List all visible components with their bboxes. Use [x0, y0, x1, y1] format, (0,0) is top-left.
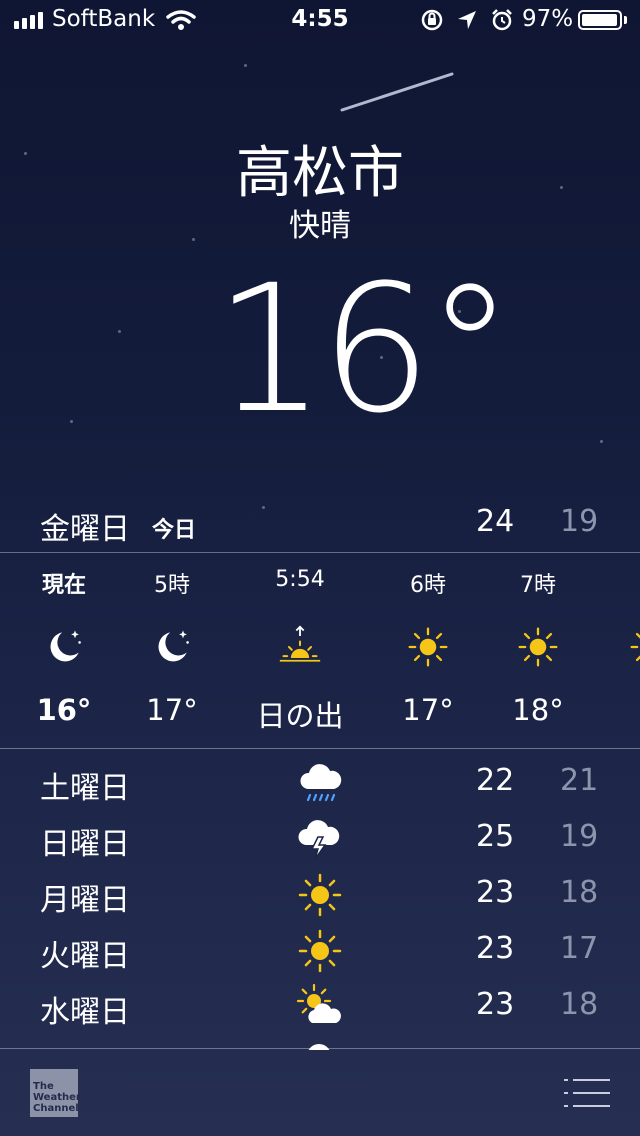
daily-high: 25	[476, 819, 515, 854]
list-icon[interactable]	[564, 1078, 610, 1108]
daily-row: 水曜日 23 18	[0, 979, 640, 1035]
daily-low: 19	[560, 819, 599, 854]
daily-row: 日曜日 25 19	[0, 811, 640, 867]
moon-stars-icon	[42, 625, 86, 669]
daily-high: 23	[476, 987, 515, 1022]
battery-icon	[578, 10, 622, 30]
hourly-time-label: 8	[590, 567, 640, 592]
carrier-label: SoftBank	[52, 6, 156, 32]
hourly-item: 5:54 日の出	[240, 553, 360, 748]
daily-high: 23	[476, 875, 515, 910]
today-summary: 金曜日 今日 24 19	[0, 500, 640, 552]
moon-stars-icon	[150, 625, 194, 669]
daily-day: 水曜日	[40, 995, 130, 1030]
rain-cloud-icon	[296, 759, 344, 807]
sun-icon	[516, 625, 560, 669]
divider-middle	[0, 748, 640, 749]
hourly-item: 7時 18°	[478, 553, 598, 748]
hourly-item: 5時 17°	[112, 553, 232, 748]
current-temperature: 16°	[214, 247, 514, 452]
hourly-forecast[interactable]: 現在16°5時17°5:54日の出6時17°7時18°81	[0, 553, 640, 748]
today-low: 19	[560, 504, 599, 539]
divider-bottom	[0, 1048, 640, 1049]
daily-day: 日曜日	[40, 827, 130, 862]
daily-row: 土曜日 22 21	[0, 755, 640, 811]
hourly-item: 6時 17°	[368, 553, 488, 748]
daily-low: 18	[560, 875, 599, 910]
sun-icon	[296, 871, 344, 919]
today-high: 24	[476, 504, 515, 539]
daily-low: 21	[560, 763, 599, 798]
weather-channel-logo[interactable]: The Weather Channel	[30, 1069, 81, 1117]
orientation-lock-icon	[421, 9, 443, 31]
hourly-temperature: 1	[590, 693, 640, 727]
shooting-star-icon	[340, 72, 454, 112]
hourly-temperature: 日の出	[256, 699, 344, 733]
hourly-time-label: 6時	[410, 573, 446, 598]
daily-low: 18	[560, 987, 599, 1022]
alarm-icon	[492, 9, 512, 31]
thunderstorm-icon	[296, 815, 344, 863]
hourly-time-label: 現在	[41, 573, 86, 598]
wifi-icon	[166, 10, 196, 30]
daily-day: 土曜日	[40, 771, 130, 806]
daily-row: 月曜日 23 18	[0, 867, 640, 923]
hourly-temperature: 16°	[36, 693, 92, 727]
sunrise-icon	[278, 625, 322, 669]
sun-icon	[628, 625, 640, 669]
daily-high: 22	[476, 763, 515, 798]
hourly-temperature: 18°	[512, 693, 564, 727]
daily-row: 火曜日 23 17	[0, 923, 640, 979]
status-bar: SoftBank 4:55 97%	[0, 0, 640, 40]
hourly-temperature: 17°	[402, 693, 454, 727]
daily-day: 火曜日	[40, 939, 130, 974]
signal-icon	[14, 12, 43, 29]
daily-low: 17	[560, 931, 599, 966]
sun-icon	[296, 927, 344, 975]
hourly-item: 81	[590, 553, 640, 748]
hourly-temperature: 17°	[146, 693, 198, 727]
location-arrow-icon	[458, 11, 476, 29]
today-day: 金曜日	[40, 512, 130, 547]
battery-tip	[624, 16, 627, 24]
hourly-time-label: 7時	[520, 573, 556, 598]
daily-high: 23	[476, 931, 515, 966]
today-badge: 今日	[152, 518, 197, 543]
daily-day: 月曜日	[40, 883, 130, 918]
battery-percent: 97%	[522, 6, 574, 32]
partly-cloudy-icon	[296, 983, 344, 1031]
current-condition: 快晴	[289, 208, 351, 244]
hourly-time-label: 5:54	[275, 567, 325, 592]
clock: 4:55	[291, 6, 349, 32]
sun-icon	[406, 625, 450, 669]
hourly-item: 現在 16°	[4, 553, 124, 748]
city-name: 高松市	[236, 141, 404, 206]
hourly-time-label: 5時	[154, 573, 190, 598]
